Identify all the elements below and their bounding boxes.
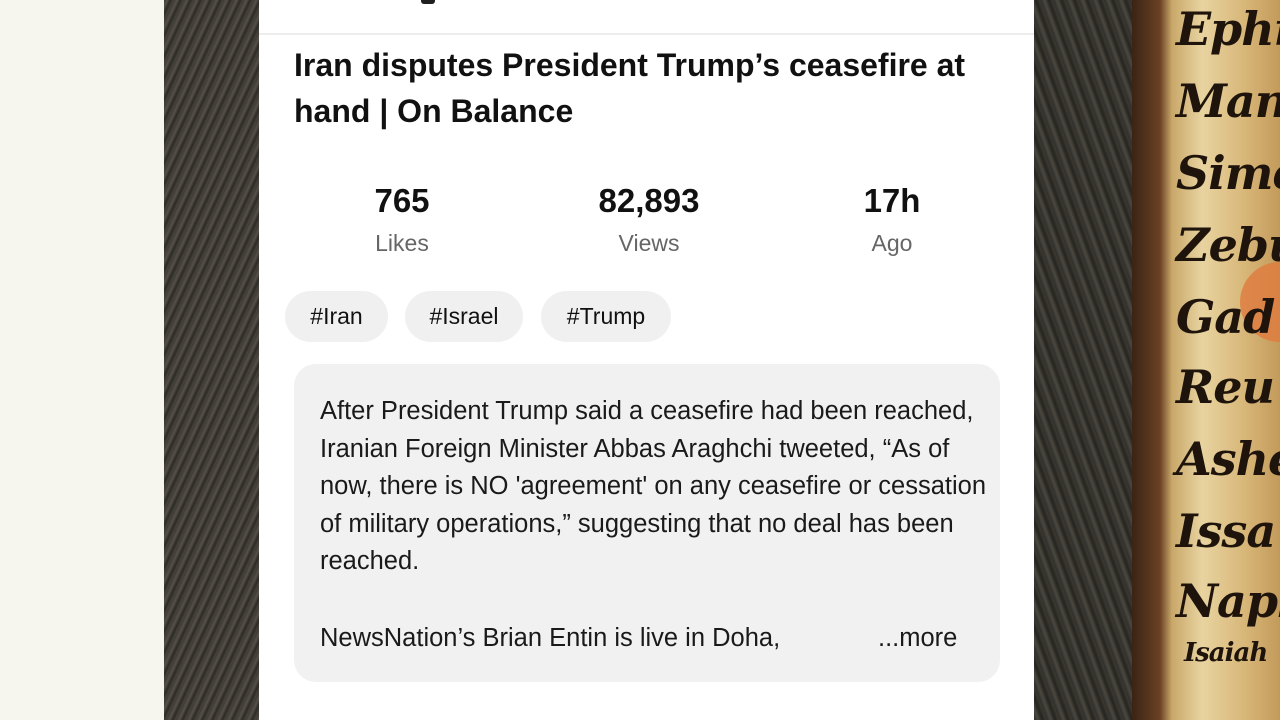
scroll-name: Ashe bbox=[1176, 432, 1280, 486]
scroll-name: Gad bbox=[1176, 290, 1275, 344]
scroll-name: Sime bbox=[1176, 146, 1280, 200]
scroll-name: Mana bbox=[1176, 74, 1280, 128]
scroll-name: Zebu bbox=[1176, 218, 1280, 272]
hashtag-chip-israel[interactable]: #Israel bbox=[405, 291, 523, 342]
video-background-left bbox=[164, 0, 260, 720]
left-margin bbox=[0, 0, 164, 720]
show-more-button[interactable]: ...more bbox=[878, 620, 957, 658]
scroll-name: Issa bbox=[1176, 504, 1276, 558]
likes-count: 765 bbox=[374, 182, 430, 219]
scroll-name: Reu bbox=[1176, 360, 1275, 414]
likes-label: Likes bbox=[375, 230, 429, 256]
video-details-panel: Iran disputes President Trump’s ceasefir… bbox=[259, 0, 1034, 720]
likes-stat: 765 Likes bbox=[322, 182, 482, 258]
views-label: Views bbox=[618, 230, 680, 256]
hashtag-chip-iran[interactable]: #Iran bbox=[285, 291, 388, 342]
description-text: After President Trump said a ceasefire h… bbox=[320, 397, 987, 575]
video-title: Iran disputes President Trump’s ceasefir… bbox=[294, 47, 966, 129]
views-count: 82,893 bbox=[598, 182, 700, 219]
scroll-name: Isaiah bbox=[1184, 638, 1268, 668]
scroll-name: Ephr bbox=[1176, 2, 1280, 56]
scroll-name: Naph bbox=[1176, 574, 1280, 628]
views-stat: 82,893 Views bbox=[569, 182, 729, 258]
hashtag-chip-trump[interactable]: #Trump bbox=[541, 291, 671, 342]
upload-age-value: 17h bbox=[863, 182, 921, 219]
description-box[interactable]: After President Trump said a ceasefire h… bbox=[294, 364, 1000, 682]
cut-off-header-text bbox=[421, 0, 435, 4]
parchment-scroll-image: Ephr Mana Sime Zebu Gad Reu Ashe Issa Na… bbox=[1132, 0, 1280, 720]
video-background-right bbox=[1034, 0, 1132, 720]
description-continued: NewsNation’s Brian Entin is live in Doha… bbox=[320, 624, 781, 652]
divider bbox=[259, 33, 1034, 35]
upload-age-label: Ago bbox=[871, 230, 913, 256]
upload-age-stat: 17h Ago bbox=[812, 182, 972, 258]
